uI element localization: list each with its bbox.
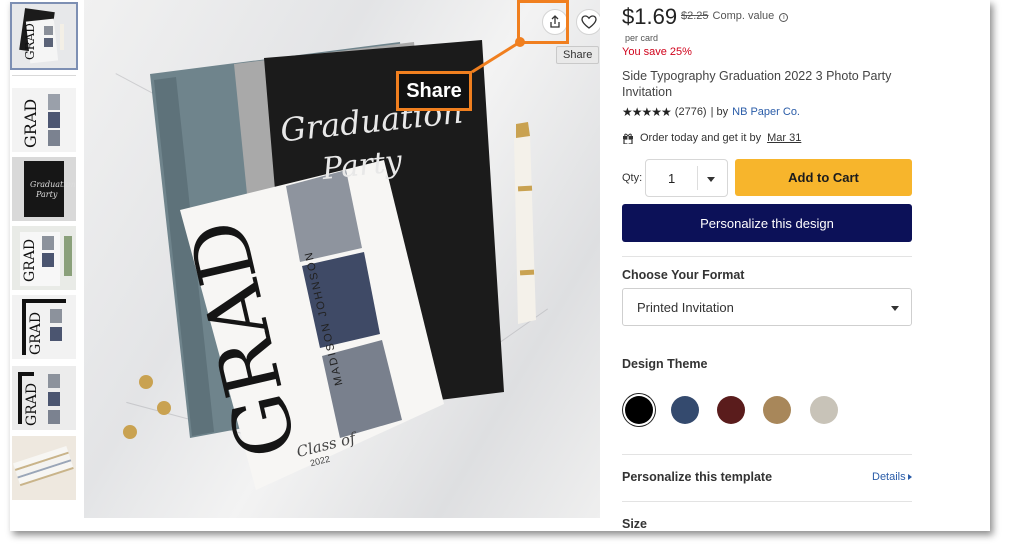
thumbnail-2[interactable]: GRAD [12,88,76,152]
quantity-value[interactable]: 1 [668,171,675,186]
star-rating-icon[interactable]: ★★★★★ [622,105,672,119]
svg-text:Party: Party [35,190,58,199]
format-value: Printed Invitation [637,300,734,315]
svg-text:GRAD: GRAD [23,23,37,60]
rating-row: ★★★★★ (2776) | by NB Paper Co. [622,105,800,119]
theme-swatch-stone[interactable] [810,396,838,424]
quantity-label: Qty: [622,172,643,184]
theme-swatch-navy[interactable] [671,396,699,424]
details-link[interactable]: Details [872,471,912,483]
share-tooltip: Share [556,46,600,64]
format-heading: Choose Your Format [622,268,745,282]
brand-link[interactable]: NB Paper Co. [732,106,800,118]
svg-text:Graduation: Graduation [30,180,76,189]
product-page: GRAD GRAD Graduation Party GRAD GRAD GRA… [10,0,990,531]
savings-text: You save 25% [622,46,692,58]
template-heading: Personalize this template [622,470,773,484]
comparison-value: $2.25 Comp. value i [681,10,789,22]
by-label: | by [710,106,729,118]
delivery-date[interactable]: Mar 31 [767,132,801,144]
thumbnail-3[interactable]: Graduation Party [12,157,76,221]
divider [622,501,912,502]
format-select[interactable]: Printed Invitation [622,288,912,326]
per-unit-label: per card [625,33,659,43]
svg-text:GRAD: GRAD [28,312,44,355]
info-icon[interactable]: i [779,13,789,22]
gift-icon [623,133,633,144]
favorite-button[interactable] [576,9,600,35]
theme-swatch-tan[interactable] [763,396,791,424]
theme-swatch-black[interactable] [625,396,653,424]
details-label[interactable]: Details [872,471,906,483]
order-text: Order today and get it by [640,132,762,144]
comp-label: Comp. value [712,10,775,22]
price: $1.69 [622,4,678,29]
callout-connector [471,37,525,74]
svg-text:GRAD: GRAD [22,239,38,282]
divider [622,454,912,455]
thumbnail-5[interactable]: GRAD [12,295,76,359]
thumbnail-7[interactable] [12,436,76,500]
product-title: Side Typography Graduation 2022 3 Photo … [622,69,892,99]
share-callout-label: Share [396,71,472,111]
chevron-down-icon[interactable] [707,177,715,182]
thumbnail-4[interactable]: GRAD [12,226,76,290]
thumbnail-1[interactable]: GRAD [10,2,78,70]
chevron-right-icon [907,474,912,480]
divider [622,256,912,257]
thumbnail-6[interactable]: GRAD [12,366,76,430]
theme-heading: Design Theme [622,357,708,371]
personalize-design-button[interactable]: Personalize this design [622,204,912,242]
svg-text:GRAD: GRAD [24,383,40,426]
delivery-estimate: Order today and get it by Mar 31 [622,132,801,144]
thumbnail-divider [12,75,76,76]
chevron-down-icon [891,306,899,311]
add-to-cart-button[interactable]: Add to Cart [735,159,912,196]
comp-price: $2.25 [681,10,709,22]
size-heading: Size [622,517,648,531]
heart-icon [581,15,597,29]
svg-text:GRAD: GRAD [21,99,40,148]
review-count[interactable]: (2776) [675,106,707,118]
quantity-divider [697,166,698,190]
theme-swatch-burgundy[interactable] [717,396,745,424]
quantity-stepper[interactable]: 1 [645,159,728,197]
